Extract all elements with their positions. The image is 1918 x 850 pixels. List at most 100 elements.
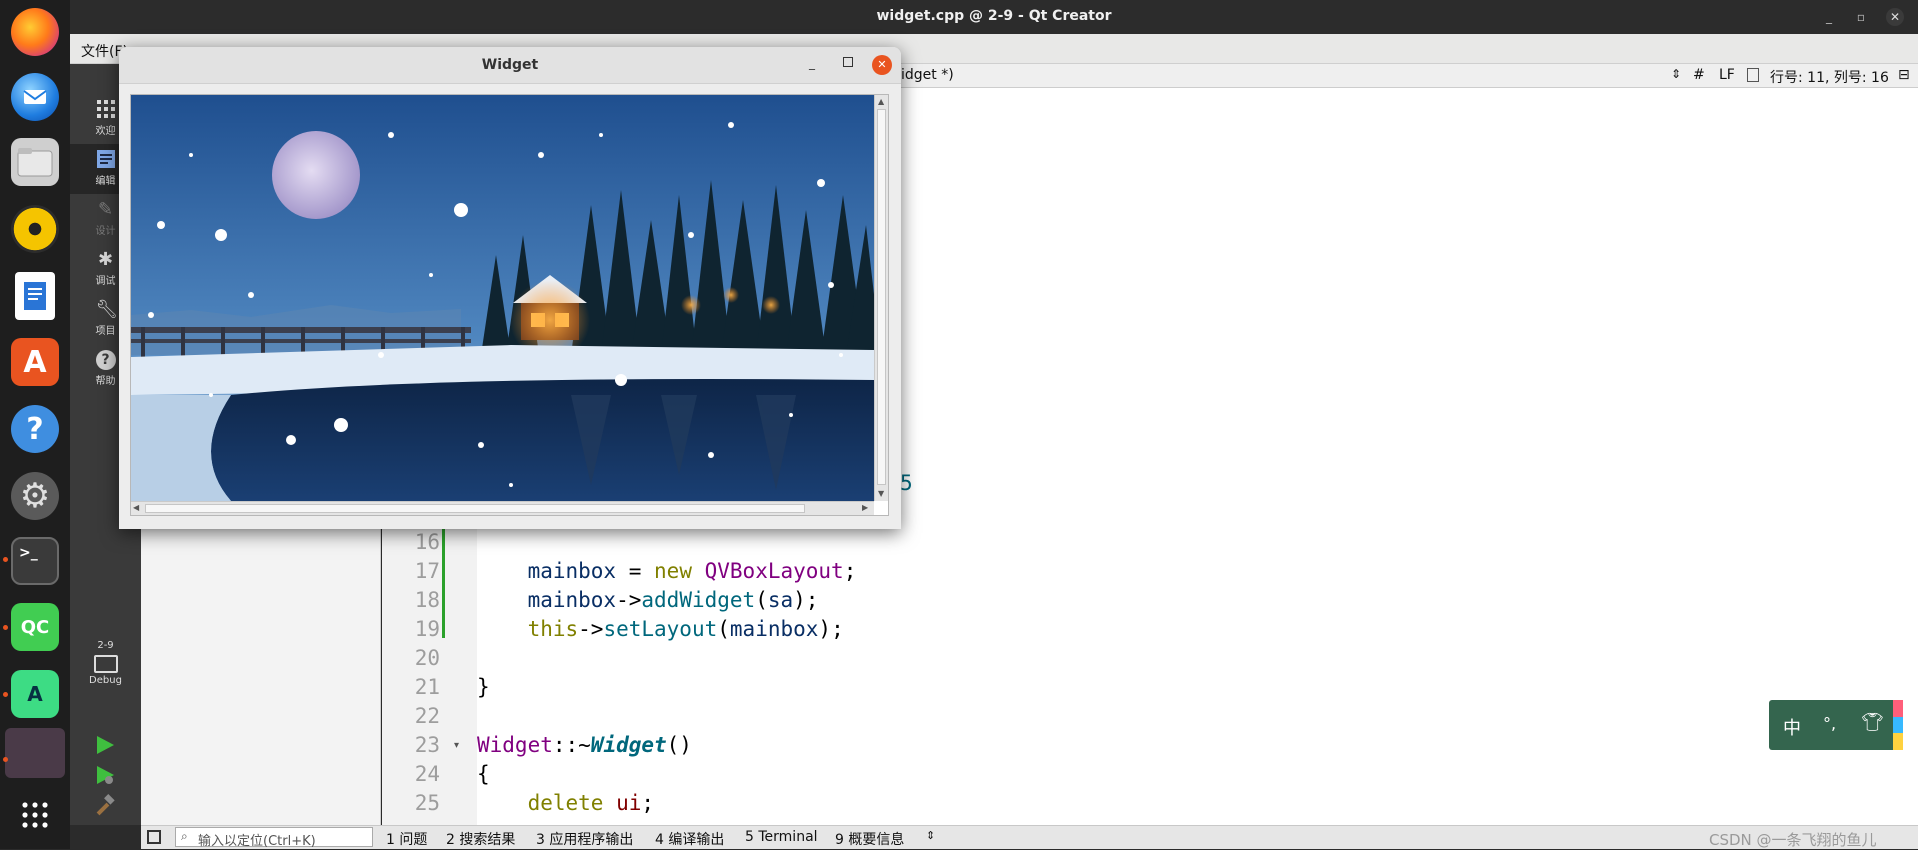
- document-selector[interactable]: idget *): [901, 67, 954, 83]
- help-icon[interactable]: ?: [11, 405, 59, 453]
- line-number: 20: [414, 646, 440, 670]
- qt-creator-icon[interactable]: QC: [11, 603, 59, 651]
- ime-lang[interactable]: 中: [1783, 714, 1801, 740]
- settings-icon[interactable]: ⚙: [11, 472, 59, 520]
- mode-label: 帮助: [95, 376, 116, 387]
- firefox-icon[interactable]: [11, 8, 59, 56]
- android-studio-icon[interactable]: A: [11, 670, 59, 718]
- tab-application-output[interactable]: 3 应用程序输出: [536, 829, 633, 849]
- close-icon[interactable]: ✕: [872, 55, 892, 75]
- help-icon: ?: [95, 350, 116, 370]
- kit-selector[interactable]: 2-9 Debug: [70, 640, 141, 710]
- mode-label: 编辑: [95, 176, 116, 187]
- qt-creator-titlebar: widget.cpp @ 2-9 - Qt Creator _ ▫ ✕: [70, 0, 1918, 34]
- search-icon: ⌕: [181, 829, 188, 843]
- widget-title: Widget: [481, 57, 539, 73]
- grid-icon: [96, 100, 116, 120]
- scroll-up-icon[interactable]: ▲: [878, 97, 884, 106]
- mode-label: 项目: [95, 326, 116, 337]
- running-indicator: [3, 557, 8, 562]
- code-line: }: [477, 675, 490, 699]
- files-icon[interactable]: [11, 138, 59, 186]
- rhythmbox-icon[interactable]: [11, 205, 59, 253]
- ime-punct[interactable]: °,: [1823, 714, 1836, 733]
- color-strip: [1893, 717, 1903, 733]
- mode-label: 欢迎: [95, 126, 116, 137]
- ubuntu-dock: A ? ⚙ >_ QC A: [0, 0, 70, 849]
- running-indicator: [3, 692, 8, 697]
- maximize-icon[interactable]: [843, 57, 853, 67]
- code-line: mainbox->addWidget(sa);: [527, 588, 819, 612]
- widget-titlebar[interactable]: Widget _ ✕: [119, 47, 901, 84]
- debug-run-icon[interactable]: [94, 764, 116, 790]
- tab-general-messages[interactable]: 9 概要信息: [835, 829, 904, 849]
- updown-icon[interactable]: ⇕: [1671, 67, 1681, 81]
- code-line: this->setLayout(mainbox);: [527, 617, 844, 641]
- line-number: 25: [414, 791, 440, 815]
- design-icon: ✎: [97, 199, 114, 220]
- tab-issues[interactable]: 1 问题: [386, 829, 427, 849]
- horizontal-scrollbar[interactable]: ◀ ▶: [131, 501, 874, 515]
- split-icon[interactable]: ⊟: [1898, 67, 1910, 83]
- show-applications-icon[interactable]: [20, 800, 50, 830]
- widget-window[interactable]: Widget _ ✕ ▲ ▼ ◀ ▶: [119, 47, 901, 529]
- line-number: 21: [414, 675, 440, 699]
- code-line: {: [477, 762, 490, 786]
- software-center-icon[interactable]: A: [11, 338, 59, 386]
- vertical-scrollbar[interactable]: ▲ ▼: [874, 95, 888, 501]
- kit-build: Debug: [89, 675, 122, 686]
- tab-terminal[interactable]: 5 Terminal: [745, 829, 818, 845]
- fold-arrow-icon[interactable]: ▾: [454, 740, 459, 751]
- monitor-icon: [93, 655, 118, 673]
- scroll-left-icon[interactable]: ◀: [133, 503, 139, 512]
- running-app-icon[interactable]: [5, 728, 65, 778]
- winter-night-image: [131, 95, 874, 501]
- terminal-icon[interactable]: >_: [11, 537, 59, 585]
- thunderbird-icon[interactable]: [11, 73, 59, 121]
- close-icon[interactable]: ✕: [1886, 8, 1904, 26]
- color-strip: [1893, 733, 1903, 750]
- locator-input[interactable]: ⌕ 输入以定位(Ctrl+K): [175, 827, 373, 849]
- tab-search-results[interactable]: 2 搜索结果: [446, 829, 515, 849]
- line-number: 24: [414, 762, 440, 786]
- skin-icon[interactable]: 👕︎: [1861, 712, 1884, 733]
- more-tabs-icon[interactable]: ⇕: [926, 829, 935, 842]
- minimize-icon[interactable]: _: [1820, 8, 1838, 26]
- scroll-down-icon[interactable]: ▼: [878, 489, 884, 498]
- color-strip: [1893, 700, 1903, 717]
- mode-label: 设计: [95, 226, 116, 237]
- horizontal-scroll-thumb[interactable]: [145, 504, 805, 513]
- running-indicator: [3, 757, 8, 762]
- output-panes-bar: ⌕ 输入以定位(Ctrl+K) 1 问题 2 搜索结果 3 应用程序输出 4 编…: [141, 825, 1918, 849]
- kit-project: 2-9: [97, 640, 114, 651]
- line-number: 17: [414, 559, 440, 583]
- watermark: CSDN @一条飞翔的鱼儿: [1709, 831, 1877, 849]
- code-fragment: 5: [900, 471, 913, 495]
- minimize-icon[interactable]: _: [809, 56, 815, 70]
- line-number: 23: [414, 733, 440, 757]
- libreoffice-writer-icon[interactable]: [15, 272, 55, 320]
- mode-label: 调试: [95, 276, 116, 287]
- line-number: 22: [414, 704, 440, 728]
- document-icon: [1747, 68, 1759, 82]
- vertical-scroll-thumb[interactable]: [877, 109, 886, 485]
- running-indicator: [3, 625, 8, 630]
- tab-compile-output[interactable]: 4 编译输出: [655, 829, 724, 849]
- run-icon[interactable]: [94, 734, 116, 760]
- build-icon[interactable]: [94, 794, 116, 820]
- ime-toolbar[interactable]: 中 °, 👕︎: [1769, 700, 1903, 750]
- line-ending[interactable]: LF: [1719, 67, 1735, 83]
- wrench-icon: 🔧︎: [95, 299, 119, 320]
- window-title: widget.cpp @ 2-9 - Qt Creator: [876, 8, 1112, 24]
- scroll-right-icon[interactable]: ▶: [862, 503, 868, 512]
- line-number: 16: [414, 530, 440, 554]
- restore-icon[interactable]: ▫: [1852, 8, 1870, 26]
- scroll-area[interactable]: ▲ ▼ ◀ ▶: [130, 94, 889, 516]
- debug-icon: ✱: [97, 249, 114, 270]
- toggle-sidebar-icon[interactable]: [147, 830, 161, 844]
- edit-icon: [96, 150, 116, 170]
- change-marker: [442, 528, 445, 638]
- code-line: mainbox = new QVBoxLayout;: [527, 559, 857, 583]
- cursor-position[interactable]: 行号: 11, 列号: 16: [1770, 67, 1889, 87]
- line-number: 18: [414, 588, 440, 612]
